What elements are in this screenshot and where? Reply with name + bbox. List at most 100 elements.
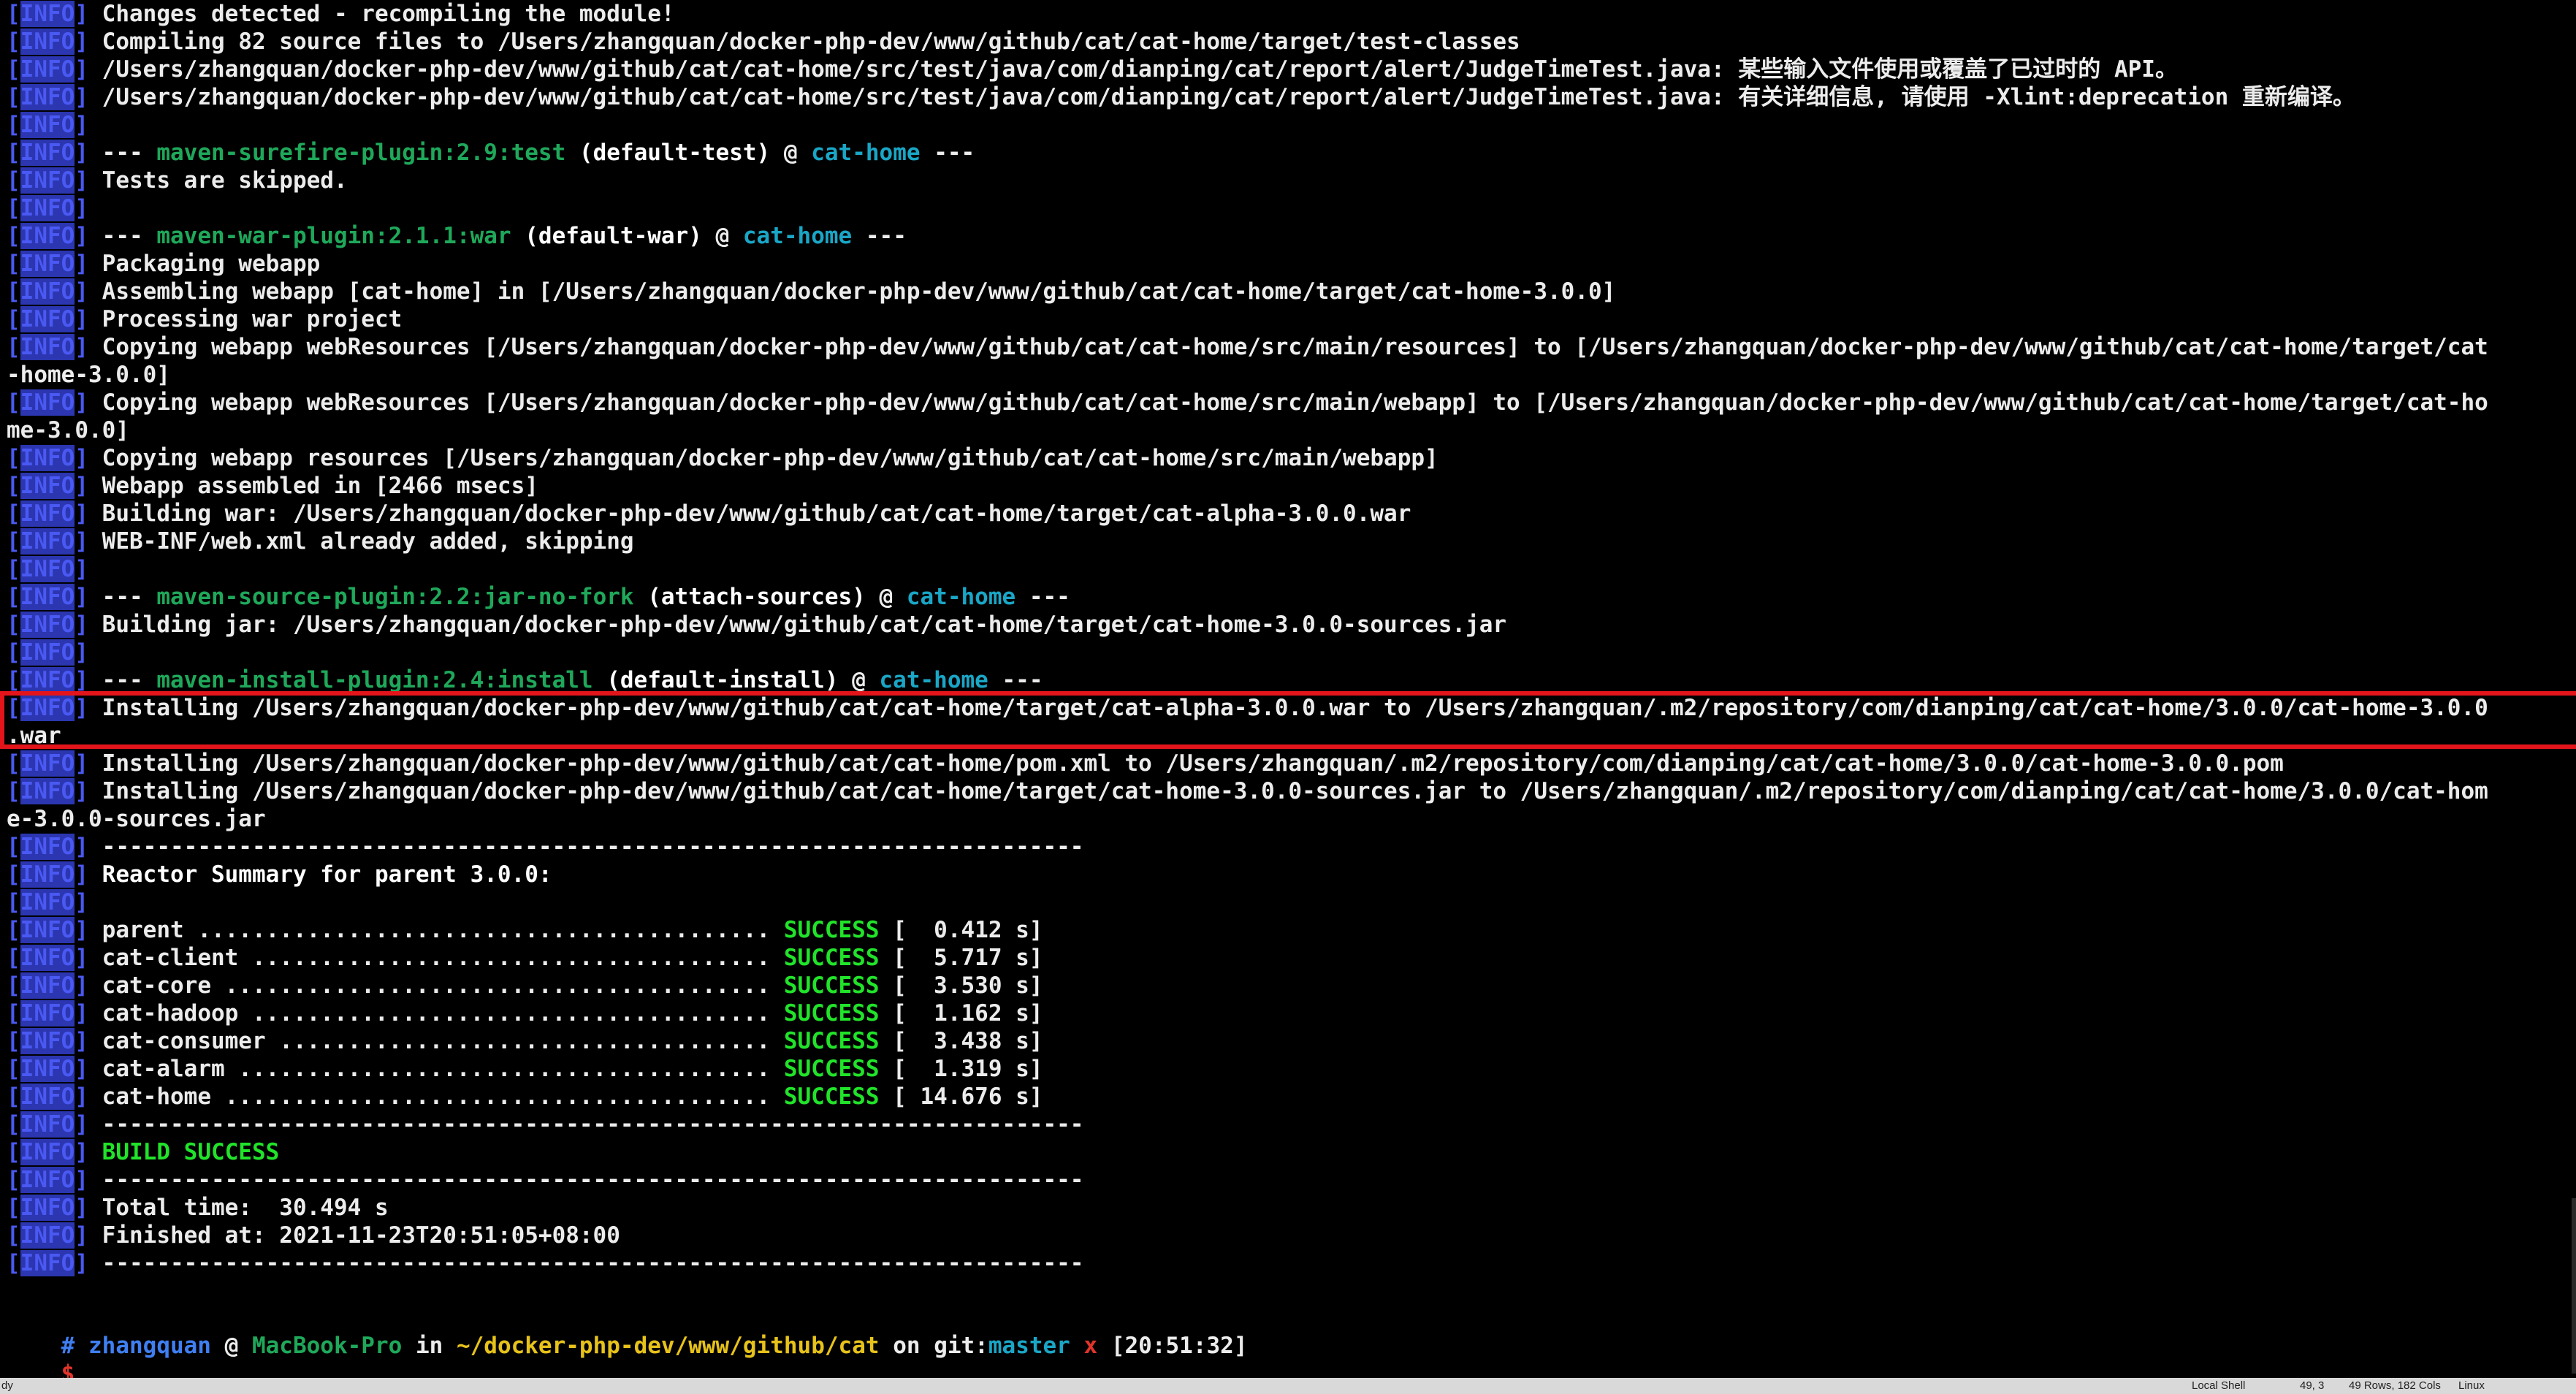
info-tag: [INFO] bbox=[7, 778, 88, 804]
log-segment: SUCCESS bbox=[783, 917, 880, 943]
log-segment: cat-client .............................… bbox=[102, 945, 784, 971]
log-segment: (attach-sources) bbox=[633, 584, 866, 610]
log-segment: --- bbox=[988, 667, 1043, 693]
log-line: [INFO] cat-core ........................… bbox=[7, 972, 1043, 999]
log-line: [INFO] Copying webapp webResources [/Use… bbox=[7, 389, 2488, 416]
log-line: [INFO] bbox=[7, 194, 102, 222]
info-tag: [INFO] bbox=[7, 278, 88, 305]
log-line: [INFO] ---------------------------------… bbox=[7, 1111, 1083, 1138]
log-segment: --- bbox=[1015, 584, 1070, 610]
log-line: [INFO] cat-hadoop ......................… bbox=[7, 999, 1043, 1027]
log-line: [INFO] Copying webapp webResources [/Use… bbox=[7, 333, 2488, 361]
log-segment: parent .................................… bbox=[102, 917, 784, 943]
log-segment: [ 1.319 s] bbox=[879, 1056, 1043, 1082]
log-segment: maven-war-plugin:2.1.1:war bbox=[156, 223, 511, 249]
log-segment: @ bbox=[838, 667, 880, 693]
info-tag-text: INFO bbox=[20, 389, 75, 416]
log-line: [INFO] WEB-INF/web.xml already added, sk… bbox=[7, 527, 634, 555]
log-segment: Reactor Summary for parent 3.0.0: bbox=[102, 861, 552, 888]
command-line[interactable]: $ bbox=[7, 1332, 75, 1378]
log-segment: Changes detected - recompiling the modul… bbox=[102, 1, 675, 27]
log-line: [INFO] /Users/zhangquan/docker-php-dev/w… bbox=[7, 83, 2355, 111]
log-segment: Installing /Users/zhangquan/docker-php-d… bbox=[102, 750, 2284, 777]
info-tag-text: INFO bbox=[20, 1083, 75, 1110]
log-segment: cat-home ...............................… bbox=[102, 1083, 784, 1110]
log-segment: Installing /Users/zhangquan/docker-php-d… bbox=[102, 778, 2488, 804]
log-line: [INFO] Compiling 82 source files to /Use… bbox=[7, 28, 1520, 56]
log-line: [INFO] Changes detected - recompiling th… bbox=[7, 0, 675, 28]
log-line: [INFO] Tests are skipped. bbox=[7, 167, 348, 194]
info-tag: [INFO] bbox=[7, 195, 88, 221]
info-tag-text: INFO bbox=[20, 473, 75, 499]
log-segment: --- bbox=[102, 667, 157, 693]
scrollbar[interactable] bbox=[2572, 1198, 2576, 1374]
info-tag: [INFO] bbox=[7, 251, 88, 277]
info-tag-text: INFO bbox=[20, 889, 75, 915]
log-segment: @ bbox=[865, 584, 907, 610]
prompt-dollar: $ bbox=[61, 1360, 75, 1378]
log-segment: /Users/zhangquan/docker-php-dev/www/gith… bbox=[102, 84, 2355, 110]
highlight-box bbox=[0, 691, 2576, 749]
info-tag: [INFO] bbox=[7, 972, 88, 999]
info-tag-text: INFO bbox=[20, 917, 75, 943]
log-segment: (default-test) bbox=[565, 140, 771, 166]
prompt-at: @ bbox=[210, 1333, 252, 1359]
log-line: [INFO] BUILD SUCCESS bbox=[7, 1138, 279, 1166]
info-tag: [INFO] bbox=[7, 56, 88, 83]
log-segment: [ 1.162 s] bbox=[879, 1000, 1043, 1027]
log-line: [INFO] bbox=[7, 111, 102, 139]
info-tag: [INFO] bbox=[7, 1000, 88, 1027]
info-tag: [INFO] bbox=[7, 1139, 88, 1165]
prompt-branch: master bbox=[988, 1333, 1070, 1359]
log-line: [INFO] Webapp assembled in [2466 msecs] bbox=[7, 472, 538, 500]
log-line: [INFO] cat-home ........................… bbox=[7, 1083, 1043, 1111]
info-tag-text: INFO bbox=[20, 945, 75, 971]
log-segment: BUILD SUCCESS bbox=[102, 1139, 280, 1165]
info-tag-text: INFO bbox=[20, 1195, 75, 1221]
log-segment: cat-alarm ..............................… bbox=[102, 1056, 784, 1082]
info-tag-text: INFO bbox=[20, 278, 75, 305]
info-tag-text: INFO bbox=[20, 1028, 75, 1054]
info-tag: [INFO] bbox=[7, 528, 88, 555]
info-tag: [INFO] bbox=[7, 1028, 88, 1054]
log-segment: SUCCESS bbox=[783, 1028, 880, 1054]
log-segment: (default-war) bbox=[511, 223, 702, 249]
log-segment: Total time: 30.494 s bbox=[102, 1195, 389, 1221]
shell-prompt: # zhangquan @ MacBook-Pro in ~/docker-ph… bbox=[7, 1304, 1248, 1359]
terminal-window[interactable]: [INFO] Changes detected - recompiling th… bbox=[0, 0, 2576, 1378]
log-segment: Building jar: /Users/zhangquan/docker-ph… bbox=[102, 612, 1507, 638]
status-size: 49 Rows, 182 Cols bbox=[2349, 1379, 2441, 1392]
info-tag: [INFO] bbox=[7, 667, 88, 693]
info-tag: [INFO] bbox=[7, 306, 88, 332]
log-line: [INFO] cat-client ......................… bbox=[7, 944, 1043, 972]
status-cursor: 49, 3 bbox=[2300, 1379, 2325, 1392]
info-tag-text: INFO bbox=[20, 1222, 75, 1249]
status-shell: Local Shell bbox=[2192, 1379, 2246, 1392]
log-segment: SUCCESS bbox=[783, 1083, 880, 1110]
log-line: [INFO] ---------------------------------… bbox=[7, 833, 1083, 861]
log-line: [INFO] Assembling webapp [cat-home] in [… bbox=[7, 278, 1615, 305]
log-segment: ----------------------------------------… bbox=[102, 834, 1084, 860]
info-tag: [INFO] bbox=[7, 1195, 88, 1221]
log-segment: SUCCESS bbox=[783, 1000, 880, 1027]
log-text: e-3.0.0-sources.jar bbox=[7, 806, 266, 832]
prompt-path: ~/docker-php-dev/www/github/cat bbox=[456, 1333, 880, 1359]
info-tag: [INFO] bbox=[7, 584, 88, 610]
log-segment: ----------------------------------------… bbox=[102, 1111, 1084, 1138]
log-segment: cat-home bbox=[906, 584, 1016, 610]
log-segment: cat-home bbox=[742, 223, 853, 249]
log-segment: Assembling webapp [cat-home] in [/Users/… bbox=[102, 278, 1616, 305]
log-segment: cat-consumer ...........................… bbox=[102, 1028, 784, 1054]
info-tag: [INFO] bbox=[7, 945, 88, 971]
log-segment: [ 3.438 s] bbox=[879, 1028, 1043, 1054]
info-tag: [INFO] bbox=[7, 28, 88, 55]
log-line: [INFO] --- maven-source-plugin:2.2:jar-n… bbox=[7, 583, 1070, 611]
info-tag-text: INFO bbox=[20, 1167, 75, 1193]
info-tag-text: INFO bbox=[20, 1000, 75, 1027]
log-segment: (default-install) bbox=[592, 667, 839, 693]
info-tag-text: INFO bbox=[20, 84, 75, 110]
info-tag-text: INFO bbox=[20, 28, 75, 55]
log-segment: @ bbox=[701, 223, 743, 249]
prompt-host: MacBook-Pro bbox=[251, 1333, 403, 1359]
log-line-continuation: me-3.0.0] bbox=[7, 416, 129, 444]
